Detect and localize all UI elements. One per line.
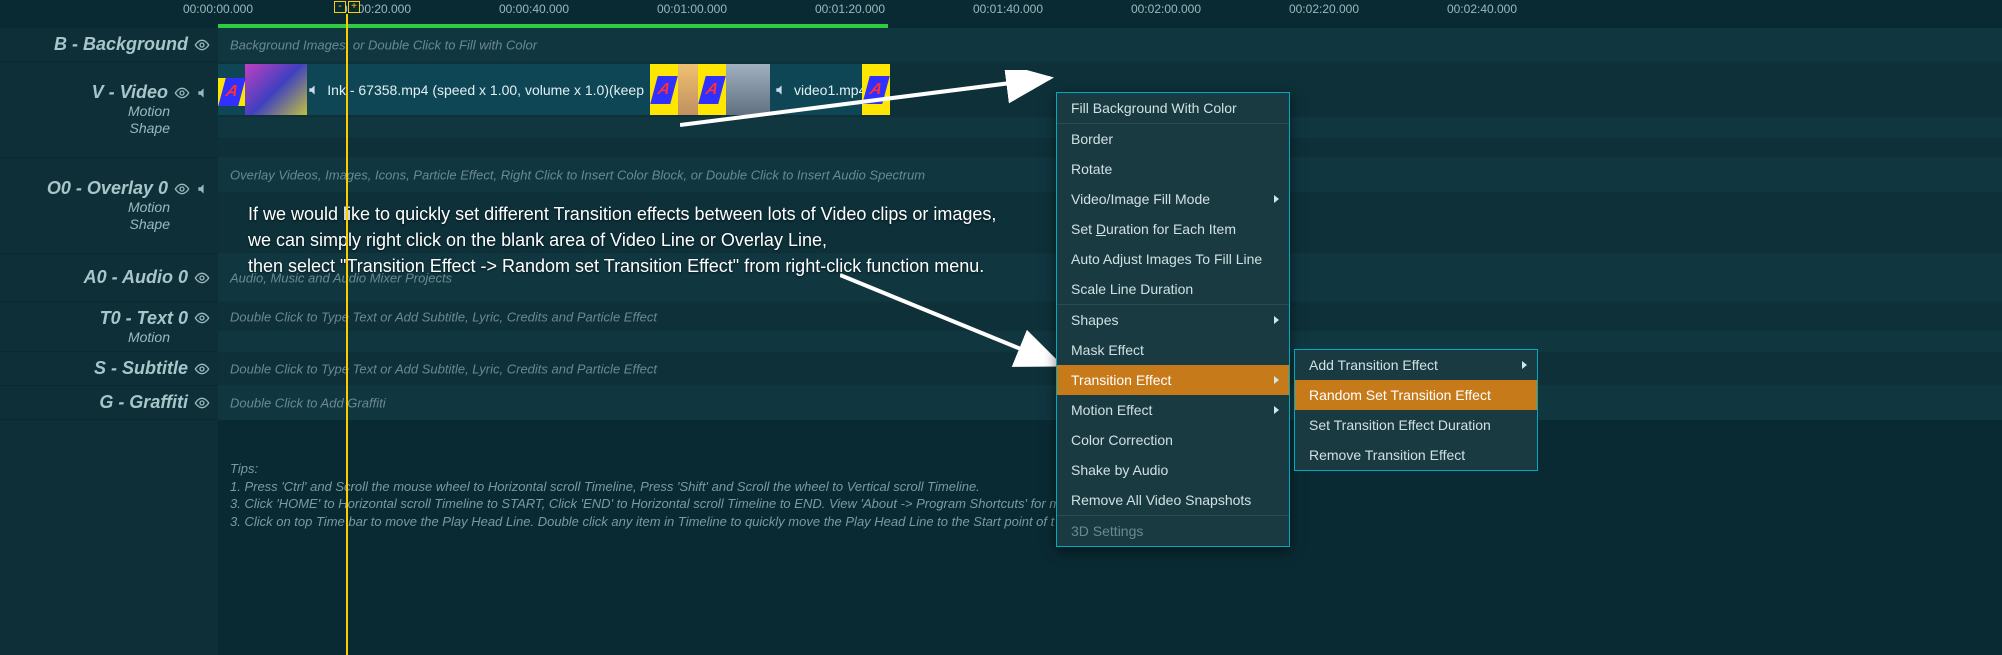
ruler-tick-label: 00:02:20.000 (1289, 2, 1359, 16)
menu-motion-effect[interactable]: Motion Effect (1057, 395, 1289, 425)
lane-background[interactable]: Background Images, or Double Click to Fi… (218, 28, 2002, 62)
tips-block: Tips: 1. Press 'Ctrl' and Scroll the mou… (230, 460, 1060, 530)
track-headers-panel: B - Background V - Video Motion Shape O0… (0, 28, 218, 655)
menu-fill-background[interactable]: Fill Background With Color (1057, 93, 1289, 123)
playhead[interactable]: - + (346, 14, 348, 655)
menu-border[interactable]: Border (1057, 124, 1289, 154)
menu-color-correction[interactable]: Color Correction (1057, 425, 1289, 455)
submenu-random-transition[interactable]: Random Set Transition Effect (1295, 380, 1537, 410)
track-sublabel-motion: Motion (8, 199, 218, 216)
tips-line: 1. Press 'Ctrl' and Scroll the mouse whe… (230, 478, 1060, 496)
lane-placeholder: Overlay Videos, Images, Icons, Particle … (230, 167, 925, 182)
tips-line: 3. Click 'HOME' to Horizontal scroll Tim… (230, 495, 1060, 513)
ruler-tick-label: 00:02:40.000 (1447, 2, 1517, 16)
menu-auto-adjust[interactable]: Auto Adjust Images To Fill Line (1057, 244, 1289, 274)
eye-icon[interactable] (194, 270, 210, 286)
menu-rotate[interactable]: Rotate (1057, 154, 1289, 184)
track-sublabel-motion: Motion (8, 329, 218, 346)
transition-marker[interactable]: A (218, 78, 245, 106)
track-title-text: B - Background (54, 34, 188, 55)
eye-icon[interactable] (174, 85, 190, 101)
track-header-video[interactable]: V - Video Motion Shape (0, 62, 218, 158)
tips-heading: Tips: (230, 460, 1060, 478)
track-sublabel-shape: Shape (8, 216, 218, 233)
tips-line: 3. Click on top Time bar to move the Pla… (230, 513, 1060, 531)
track-title-text: O0 - Overlay 0 (47, 178, 168, 199)
track-header-background[interactable]: B - Background (0, 28, 218, 62)
submenu-remove-transition[interactable]: Remove Transition Effect (1295, 440, 1537, 470)
eye-icon[interactable] (194, 310, 210, 326)
clip-label: video1.mp4 (788, 82, 872, 98)
menu-remove-snapshots[interactable]: Remove All Video Snapshots (1057, 485, 1289, 515)
context-submenu-transition[interactable]: Add Transition Effect Random Set Transit… (1294, 349, 1538, 471)
context-menu[interactable]: Fill Background With Color Border Rotate… (1056, 92, 1290, 547)
playhead-nudge-left[interactable]: - (334, 1, 346, 13)
transition-marker[interactable]: A (650, 64, 678, 115)
track-header-subtitle[interactable]: S - Subtitle (0, 352, 218, 386)
track-title-text: V - Video (92, 82, 168, 103)
track-header-graffiti[interactable]: G - Graffiti (0, 386, 218, 420)
track-title-text: A0 - Audio 0 (84, 267, 188, 288)
track-title-text: G - Graffiti (99, 392, 188, 413)
lane-placeholder: Double Click to Add Graffiti (230, 395, 386, 410)
lane-placeholder: Double Click to Type Text or Add Subtitl… (230, 309, 657, 324)
track-header-overlay0[interactable]: O0 - Overlay 0 Motion Shape (0, 158, 218, 254)
help-line: then select "Transition Effect -> Random… (248, 253, 996, 279)
video-clip[interactable]: A Ink - 67358.mp4 (speed x 1.00, volume … (218, 64, 650, 115)
menu-set-duration-each[interactable]: Set Duration for Each Item (1057, 214, 1289, 244)
lane-placeholder: Double Click to Type Text or Add Subtitl… (230, 361, 657, 376)
transition-marker[interactable]: A (698, 64, 726, 115)
clip-thumbnail (245, 64, 307, 115)
submenu-add-transition[interactable]: Add Transition Effect (1295, 350, 1537, 380)
help-line: we can simply right click on the blank a… (248, 227, 996, 253)
ruler-tick-label: 00:01:40.000 (973, 2, 1043, 16)
menu-transition-effect[interactable]: Transition Effect (1057, 365, 1289, 395)
eye-icon[interactable] (194, 361, 210, 377)
playhead-handle[interactable]: - + (333, 0, 361, 14)
speaker-icon (774, 83, 788, 97)
menu-shake-by-audio[interactable]: Shake by Audio (1057, 455, 1289, 485)
help-line: If we would like to quickly set differen… (248, 201, 996, 227)
speaker-icon[interactable] (196, 86, 210, 100)
eye-icon[interactable] (194, 395, 210, 411)
track-header-audio0[interactable]: A0 - Audio 0 (0, 254, 218, 302)
ruler-tick-label: 00:01:20.000 (815, 2, 885, 16)
ruler-tick-label: 00:00:40.000 (499, 2, 569, 16)
video-clip[interactable] (726, 64, 770, 115)
submenu-set-transition-duration[interactable]: Set Transition Effect Duration (1295, 410, 1537, 440)
track-title-text: T0 - Text 0 (100, 308, 188, 329)
transition-marker[interactable]: A (862, 64, 890, 115)
menu-scale-line[interactable]: Scale Line Duration (1057, 274, 1289, 304)
time-ruler[interactable]: 00:00:00.000 00:00:20.000 00:00:40.000 0… (0, 0, 2002, 24)
lane-placeholder: Background Images, or Double Click to Fi… (230, 37, 537, 52)
track-sublabel-shape: Shape (8, 120, 218, 137)
track-sublabel-motion: Motion (8, 103, 218, 120)
eye-icon[interactable] (194, 37, 210, 53)
speaker-icon (307, 83, 321, 97)
speaker-icon[interactable] (196, 182, 210, 196)
ruler-tick-label: 00:00:00.000 (183, 2, 253, 16)
clip-thumbnail (726, 64, 770, 115)
ruler-labels: 00:00:00.000 00:00:20.000 00:00:40.000 0… (218, 0, 2002, 24)
ruler-tick-label: 00:02:00.000 (1131, 2, 1201, 16)
ruler-tick-label: 00:01:00.000 (657, 2, 727, 16)
menu-mask-effect[interactable]: Mask Effect (1057, 335, 1289, 365)
eye-icon[interactable] (174, 181, 190, 197)
clip-label: Ink - 67358.mp4 (speed x 1.00, volume x … (321, 82, 650, 98)
menu-fill-mode[interactable]: Video/Image Fill Mode (1057, 184, 1289, 214)
track-header-text0[interactable]: T0 - Text 0 Motion (0, 302, 218, 352)
playhead-nudge-right[interactable]: + (348, 1, 360, 13)
help-overlay-text: If we would like to quickly set differen… (248, 201, 996, 279)
track-title-text: S - Subtitle (94, 358, 188, 379)
menu-shapes[interactable]: Shapes (1057, 305, 1289, 335)
menu-3d-settings[interactable]: 3D Settings (1057, 516, 1289, 546)
